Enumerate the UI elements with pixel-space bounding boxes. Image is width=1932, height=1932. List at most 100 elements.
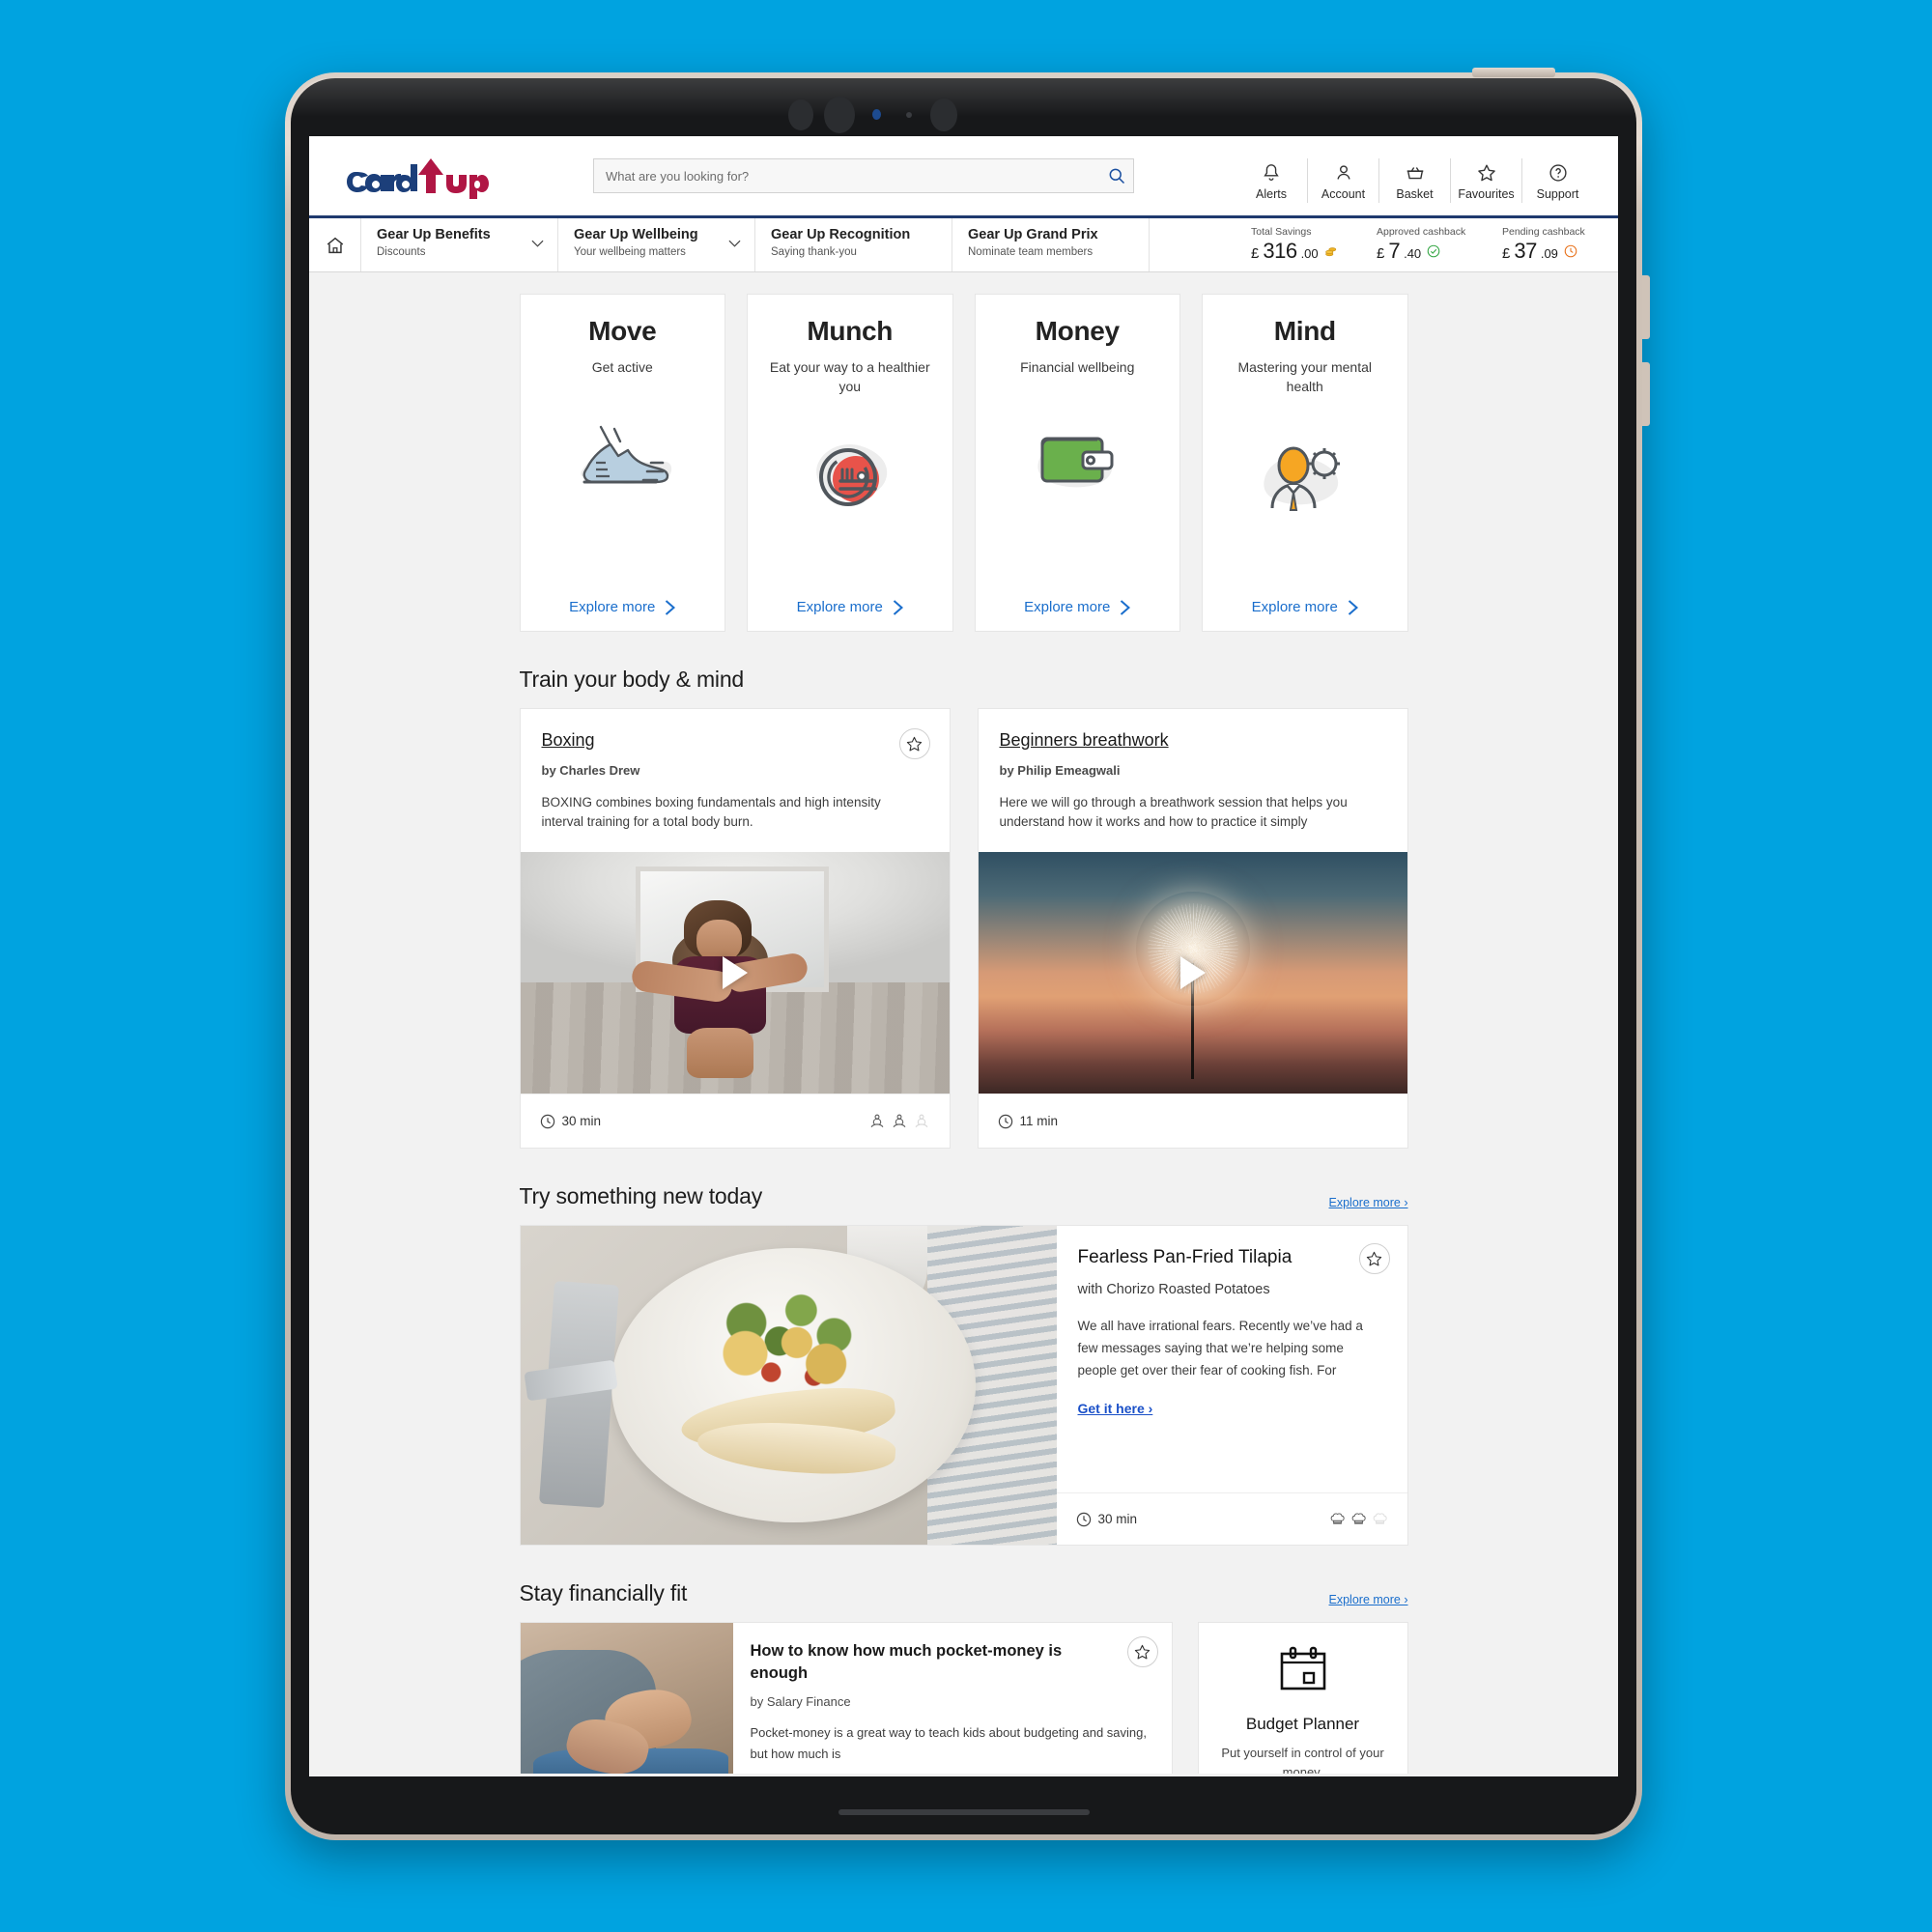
play-icon[interactable] bbox=[722, 956, 748, 989]
clock-icon bbox=[998, 1114, 1012, 1128]
volume-up-button[interactable] bbox=[1642, 275, 1650, 339]
pillar-card-mind[interactable]: Mind Mastering your mental health Explor… bbox=[1202, 294, 1408, 632]
stat-cents: .40 bbox=[1404, 246, 1422, 261]
stat-cents: .09 bbox=[1540, 246, 1558, 261]
article-card-pocket-money[interactable]: How to know how much pocket-money is eno… bbox=[519, 1622, 1173, 1774]
pillar-explore-link[interactable]: Explore more bbox=[797, 599, 903, 615]
video-title[interactable]: Boxing bbox=[542, 730, 595, 751]
pillar-card-munch[interactable]: Munch Eat your way to a healthier you Ex… bbox=[747, 294, 953, 632]
video-title[interactable]: Beginners breathwork bbox=[1000, 730, 1169, 751]
play-icon[interactable] bbox=[1179, 956, 1206, 989]
section-title: Stay financially fit bbox=[519, 1580, 688, 1605]
stat-pending-cashback: Pending cashback £37.09 bbox=[1502, 226, 1599, 264]
stat-amount: 7 bbox=[1388, 239, 1401, 263]
pillar-explore-link[interactable]: Explore more bbox=[1024, 599, 1131, 615]
star-outline-icon bbox=[1366, 1251, 1382, 1265]
recipe-title: Fearless Pan-Fried Tilapia bbox=[1077, 1247, 1293, 1267]
home-icon bbox=[327, 237, 343, 253]
search-input[interactable] bbox=[593, 158, 1134, 193]
clock-icon bbox=[1076, 1512, 1091, 1526]
recipe-card[interactable]: Fearless Pan-Fried Tilapia with Chorizo … bbox=[519, 1225, 1408, 1546]
video-card-head: Beginners breathwork by Philip Emeagwali… bbox=[979, 709, 1407, 852]
section-explore-link[interactable]: Explore more › bbox=[1329, 1593, 1408, 1606]
nav-item-title: Gear Up Recognition bbox=[771, 227, 911, 242]
bell-icon bbox=[1264, 164, 1279, 181]
tablet-bezel: Alerts Account bbox=[291, 78, 1636, 1834]
favourite-button[interactable] bbox=[1358, 1243, 1390, 1274]
video-thumbnail-boxing[interactable] bbox=[520, 852, 950, 1094]
pillar-card-money[interactable]: Money Financial wellbeing Explore more bbox=[974, 294, 1180, 632]
pillar-explore-link[interactable]: Explore more bbox=[1252, 599, 1358, 615]
meditation-figure-icon bbox=[870, 1114, 883, 1127]
video-card-boxing[interactable]: Boxing by Charles Drew BOXING combines b… bbox=[519, 708, 951, 1149]
nav-item-subtitle: Saying thank-you bbox=[771, 246, 857, 258]
stat-amount: 316 bbox=[1263, 239, 1297, 263]
tool-card-budget-planner[interactable]: Budget Planner Put yourself in control o… bbox=[1197, 1622, 1408, 1774]
tablet-screen: Alerts Account bbox=[309, 136, 1618, 1776]
chevron-right-icon bbox=[1121, 599, 1131, 615]
nav-item-subtitle: Nominate team members bbox=[968, 246, 1094, 258]
header-action-account[interactable]: Account bbox=[1307, 158, 1378, 203]
plate-fork-icon bbox=[815, 444, 887, 506]
video-card-breathwork[interactable]: Beginners breathwork by Philip Emeagwali… bbox=[977, 708, 1408, 1149]
person-gear-icon bbox=[1264, 446, 1340, 511]
power-button[interactable] bbox=[1472, 68, 1555, 77]
recipe-cta-link[interactable]: Get it here › bbox=[1078, 1401, 1386, 1416]
favourite-button[interactable] bbox=[1126, 1636, 1158, 1667]
clock-icon bbox=[540, 1114, 554, 1128]
chevron-down-icon[interactable] bbox=[728, 240, 741, 247]
pillar-card-move[interactable]: Move Get active Explore more bbox=[519, 294, 725, 632]
header-action-basket[interactable]: Basket bbox=[1378, 158, 1450, 203]
section-explore-link[interactable]: Explore more › bbox=[1329, 1196, 1408, 1209]
gearup-logo[interactable] bbox=[344, 149, 489, 203]
search-icon[interactable] bbox=[1107, 166, 1126, 185]
favourite-button[interactable] bbox=[898, 728, 930, 759]
video-card-head: Boxing by Charles Drew BOXING combines b… bbox=[521, 709, 950, 852]
home-indicator bbox=[838, 1809, 1090, 1815]
video-description: BOXING combines boxing fundamentals and … bbox=[541, 795, 881, 829]
nav-item-subtitle: Discounts bbox=[377, 246, 426, 258]
stat-currency: £ bbox=[1377, 245, 1385, 262]
nav-item-gear-up-benefits[interactable]: Gear Up Benefits Discounts bbox=[361, 218, 558, 271]
header-action-label: Support bbox=[1536, 187, 1579, 201]
header-action-favourites[interactable]: Favourites bbox=[1450, 158, 1521, 203]
header-action-support[interactable]: Support bbox=[1521, 158, 1593, 203]
stat-caption: Total Savings bbox=[1251, 226, 1312, 238]
star-icon bbox=[1477, 164, 1495, 182]
recipe-difficulty bbox=[1329, 1511, 1388, 1527]
chevron-down-icon[interactable] bbox=[531, 240, 544, 247]
section-header-financial: Stay financially fit Explore more › bbox=[520, 1580, 1408, 1606]
search-bar[interactable] bbox=[593, 158, 1134, 193]
stat-currency: £ bbox=[1251, 245, 1260, 262]
video-card-footer: 11 min bbox=[978, 1094, 1407, 1148]
nav-item-gear-up-recognition[interactable]: Gear Up Recognition Saying thank-you bbox=[755, 218, 952, 271]
nav-item-gear-up-grand-prix[interactable]: Gear Up Grand Prix Nominate team members bbox=[952, 218, 1150, 271]
video-duration: 11 min bbox=[998, 1114, 1058, 1129]
header-action-label: Favourites bbox=[1458, 187, 1515, 201]
pillar-illustration bbox=[792, 421, 908, 537]
pillar-illustration bbox=[1247, 421, 1363, 537]
primary-navigation: Gear Up Benefits Discounts Gear Up Wellb… bbox=[309, 218, 1618, 272]
nav-item-gear-up-wellbeing[interactable]: Gear Up Wellbeing Your wellbeing matters bbox=[558, 218, 755, 271]
volume-down-button[interactable] bbox=[1642, 362, 1650, 426]
nav-item-subtitle: Your wellbeing matters bbox=[574, 246, 686, 258]
tool-title: Budget Planner bbox=[1245, 1715, 1360, 1733]
stat-total-savings: Total Savings £316.00 bbox=[1251, 226, 1348, 264]
stat-value: £7.40 bbox=[1377, 239, 1473, 264]
nav-item-title: Gear Up Benefits bbox=[377, 227, 491, 242]
video-card-footer: 30 min bbox=[520, 1094, 950, 1148]
pillar-title: Mind bbox=[1273, 316, 1336, 346]
pillar-explore-link[interactable]: Explore more bbox=[569, 599, 676, 615]
header-action-alerts[interactable]: Alerts bbox=[1236, 158, 1307, 203]
recipe-body: Fearless Pan-Fried Tilapia with Chorizo … bbox=[1056, 1226, 1407, 1545]
financial-cards: How to know how much pocket-money is eno… bbox=[519, 1622, 1408, 1774]
chevron-right-icon bbox=[893, 599, 903, 615]
stat-currency: £ bbox=[1502, 245, 1511, 262]
video-thumbnail-breathwork[interactable] bbox=[978, 852, 1407, 1094]
pillar-title: Move bbox=[588, 316, 657, 346]
pillar-explore-label: Explore more bbox=[796, 599, 883, 615]
stat-cents: .00 bbox=[1300, 246, 1319, 261]
pillar-subtitle: Eat your way to a healthier you bbox=[769, 359, 930, 394]
recipe-duration-label: 30 min bbox=[1097, 1512, 1138, 1526]
nav-home-button[interactable] bbox=[309, 218, 361, 271]
